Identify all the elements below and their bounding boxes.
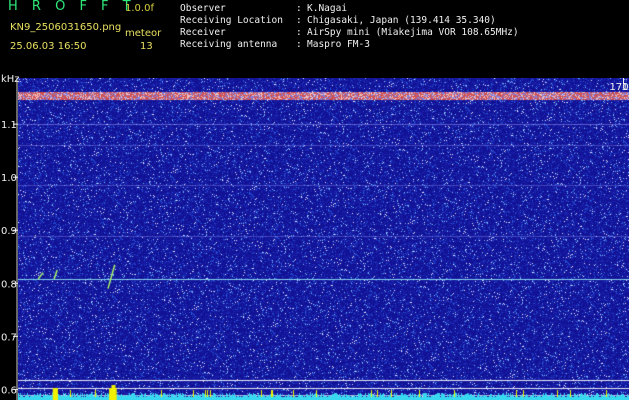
info-separator: : xyxy=(296,39,302,50)
info-key: Receiving Location xyxy=(180,15,283,26)
y-axis-tick-label: 0.6 xyxy=(1,385,17,396)
info-separator: : xyxy=(296,3,302,14)
meteor-count-value: 13 xyxy=(140,41,153,52)
y-axis-tick-label: 0.9 xyxy=(1,226,17,237)
y-axis-tick-label: 1.0 xyxy=(1,173,17,184)
info-row-location: Receiving Location : Chigasaki, Japan (1… xyxy=(180,15,620,27)
waterfall-plot xyxy=(18,78,629,400)
timestamp-label: 25.06.03 16:50 xyxy=(10,41,87,52)
app-title: H R O F F T xyxy=(8,0,136,14)
y-axis-tick-label: 1.1 xyxy=(1,120,17,131)
info-value: Chigasaki, Japan (139.414 35.340) xyxy=(307,15,496,26)
waterfall-spectrogram xyxy=(18,78,629,400)
info-key: Observer xyxy=(180,3,226,14)
filename-label: KN9_2506031650.png xyxy=(10,22,122,33)
header-panel: H R O F F T 1.0.0f KN9_2506031650.png 25… xyxy=(0,0,629,78)
info-row-receiver: Receiver : AirSpy mini (Miakejima VOR 10… xyxy=(180,27,620,39)
info-separator: : xyxy=(296,27,302,38)
info-key: Receiver xyxy=(180,27,226,38)
info-value: K.Nagai xyxy=(307,3,348,14)
y-axis-unit-label: kHz xyxy=(1,74,20,85)
hrofft-window: H R O F F T 1.0.0f KN9_2506031650.png 25… xyxy=(0,0,629,400)
info-value: Maspro FM-3 xyxy=(307,39,370,50)
y-axis-tick-label: 0.8 xyxy=(1,279,17,290)
info-row-observer: Observer : K.Nagai xyxy=(180,3,620,15)
info-value: AirSpy mini (Miakejima VOR 108.65MHz) xyxy=(307,27,519,38)
info-separator: : xyxy=(296,15,302,26)
version-label: 1.0.0f xyxy=(125,3,154,14)
info-key: Receiving antenna xyxy=(180,39,278,50)
meteor-count-label: meteor xyxy=(125,28,162,39)
info-row-antenna: Receiving antenna : Maspro FM-3 xyxy=(180,39,620,51)
y-axis-tick-label: 0.7 xyxy=(1,332,17,343)
